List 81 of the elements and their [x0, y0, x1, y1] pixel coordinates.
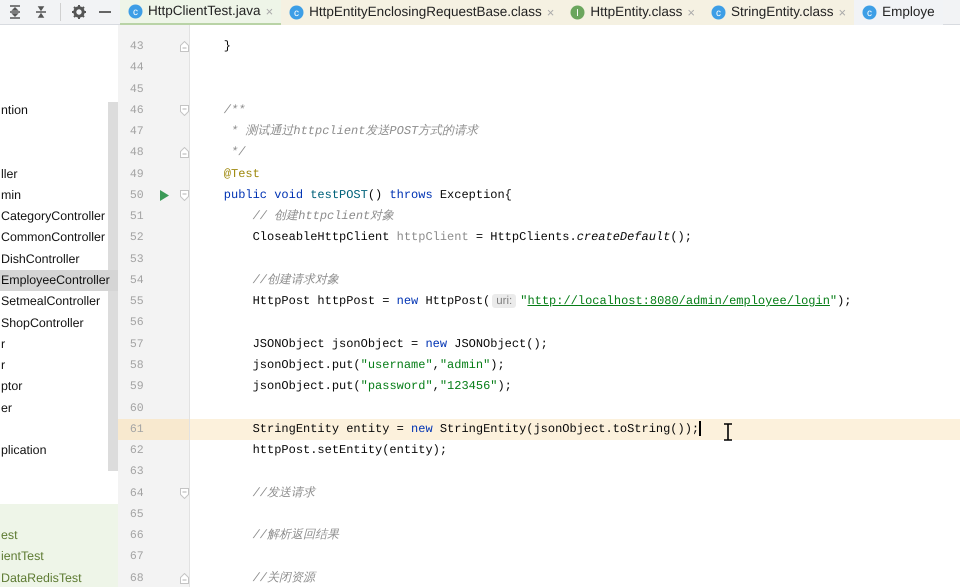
line-number: 61 [128, 422, 144, 438]
tree-item[interactable]: ntion [0, 100, 118, 122]
text-caret [699, 421, 702, 436]
tree-item[interactable]: ller [0, 164, 118, 185]
file-tab[interactable]: c StringEntity.class × [703, 0, 854, 25]
line-number: 52 [128, 230, 144, 246]
code-line: * 测试通过httpclient发送POST方式的请求 [230, 124, 478, 138]
tree-item[interactable]: EmployeeController [0, 270, 118, 292]
tree-item[interactable]: SetmealController [0, 291, 118, 312]
code-line: //发送请求 [252, 486, 316, 500]
line-number: 66 [128, 528, 144, 544]
line-number: 45 [128, 82, 144, 98]
code-line: } [222, 39, 232, 53]
line-number: 54 [128, 272, 144, 289]
tree-item[interactable]: DataRedisTest [0, 568, 118, 587]
line-number: 57 [128, 336, 144, 353]
line-number: 58 [128, 358, 144, 374]
line-number: 68 [128, 570, 144, 587]
tree-item[interactable]: r [0, 334, 118, 356]
fold-marker-icon[interactable] [180, 190, 189, 201]
line-number: 63 [128, 464, 144, 480]
line-number: 46 [128, 102, 144, 119]
parameter-hint: uri: [492, 294, 516, 308]
tree-item[interactable]: ientTest [0, 546, 118, 568]
line-number: 64 [128, 486, 144, 502]
fold-marker-icon[interactable] [180, 572, 189, 584]
line-number: 56 [128, 315, 144, 332]
fold-marker-icon[interactable] [180, 104, 189, 116]
line-number: 53 [128, 252, 144, 268]
scrollbar-thumb[interactable] [108, 102, 118, 471]
fold-marker-icon[interactable] [180, 488, 189, 499]
line-number: 51 [128, 209, 144, 226]
code-line: JSONObject jsonObject = new JSONObject(); [252, 336, 548, 351]
run-icon[interactable] [160, 190, 170, 201]
tree-item[interactable]: CategoryController [0, 206, 118, 228]
code-line: httpPost.setEntity(entity); [252, 443, 448, 458]
line-number: 50 [128, 188, 144, 204]
class-file-icon: c [862, 5, 878, 20]
code-line: //解析返回结果 [252, 528, 340, 542]
code-line: @Test [222, 166, 260, 181]
tree-item[interactable]: ptor [0, 376, 118, 398]
file-tab[interactable]: c HttpClientTest.java × [120, 0, 282, 25]
code-line: */ [230, 145, 246, 160]
line-number: 60 [128, 400, 144, 417]
tree-item[interactable]: er [0, 398, 118, 419]
tree-item[interactable]: plication [0, 440, 118, 462]
line-number: 48 [128, 145, 144, 162]
file-tab[interactable]: I HttpEntity.class × [562, 0, 703, 25]
line-number: 59 [128, 379, 144, 396]
interface-file-icon: I [570, 5, 586, 20]
line-number: 44 [128, 60, 144, 76]
line-number: 43 [128, 39, 144, 55]
tree-item[interactable]: ShopController [0, 312, 118, 334]
line-number: 62 [128, 443, 144, 460]
class-file-icon: c [289, 5, 304, 20]
code-line: /** [222, 102, 246, 117]
tree-item[interactable]: est [0, 525, 118, 546]
line-number: 55 [128, 294, 144, 310]
tree-item[interactable]: DishController [0, 248, 118, 270]
code-line: public void testPOST() throws Exception{ [222, 188, 512, 202]
class-file-icon: c [128, 4, 143, 19]
code-line: HttpPost httpPost = new HttpPost( uri: "http://localhost:8080/admin/employee/login"); [252, 294, 852, 308]
line-number: 65 [128, 506, 144, 523]
tree-item[interactable]: min [0, 184, 118, 206]
code-line: // 创建httpclient对象 [252, 209, 394, 224]
line-number: 49 [128, 166, 144, 183]
class-file-icon: c [711, 5, 726, 20]
tree-item[interactable]: CommonController [0, 227, 118, 249]
fold-marker-icon[interactable] [180, 147, 189, 158]
file-tab[interactable]: c HttpEntityEnclosingRequestBase.class × [281, 0, 562, 25]
code-line: CloseableHttpClient httpClient = HttpClients.createDefault(); [252, 230, 692, 244]
code-line: StringEntity entity = new StringEntity(jsonObject.toString()); [252, 422, 700, 436]
line-number: 67 [128, 549, 144, 566]
tree-item[interactable]: r [0, 355, 118, 376]
code-line: //关闭资源 [252, 570, 316, 585]
text-cursor-icon [723, 423, 733, 441]
code-line: //创建请求对象 [252, 272, 340, 287]
code-line: jsonObject.put("username","admin"); [252, 358, 505, 372]
fold-marker-icon[interactable] [180, 41, 189, 52]
line-number: 47 [128, 124, 144, 140]
code-line: jsonObject.put("password","123456"); [252, 379, 512, 394]
